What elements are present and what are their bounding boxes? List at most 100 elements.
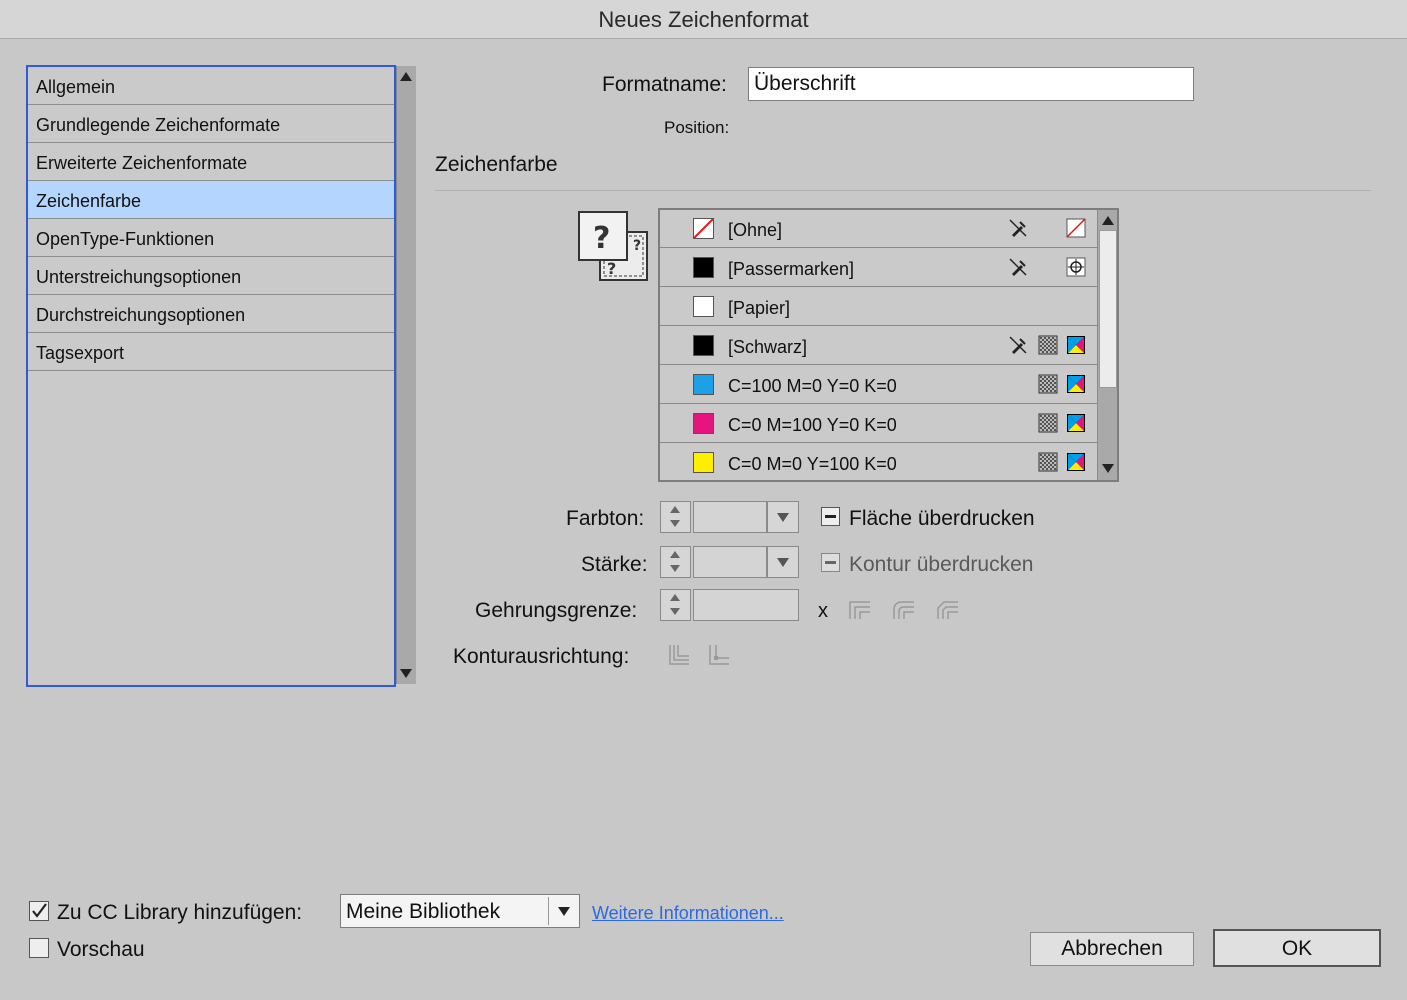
scroll-up-icon[interactable] [400, 72, 412, 81]
sidebar-item-allgemein[interactable]: Allgemein [28, 67, 394, 105]
konturausrichtung-label: Konturausrichtung: [453, 645, 630, 668]
sidebar-item-tagsexport[interactable]: Tagsexport [28, 333, 394, 371]
svg-text:?: ? [607, 259, 616, 278]
swatch-row-ohne[interactable]: [Ohne] [660, 210, 1097, 248]
staerke-label: Stärke: [581, 553, 648, 576]
swatch-name: C=100 M=0 Y=0 K=0 [728, 376, 897, 396]
none-swatch [693, 218, 714, 239]
preview-checkbox[interactable] [29, 938, 49, 958]
swatch-row-passermarken[interactable]: [Passermarken] [660, 249, 1097, 287]
section-title: Zeichenfarbe [435, 153, 558, 176]
swatch-row-schwarz[interactable]: [Schwarz] [660, 327, 1097, 365]
swatch-name: [Ohne] [728, 220, 783, 240]
swatch-scroll-thumb[interactable] [1099, 230, 1117, 388]
library-select-value: Meine Bibliothek [346, 900, 501, 923]
swatch-name: [Passermarken] [728, 259, 855, 279]
scroll-down-icon[interactable] [1102, 464, 1114, 473]
chevron-down-icon [777, 558, 789, 567]
flaeche-ueberdrucken-checkbox[interactable] [821, 507, 840, 526]
step-up-icon[interactable] [670, 551, 680, 558]
staerke-dropdown[interactable] [767, 546, 799, 578]
step-up-icon[interactable] [670, 594, 680, 601]
mixed-state-icon [825, 561, 836, 564]
formatname-input[interactable]: Überschrift [748, 67, 1194, 101]
staerke-input[interactable] [693, 546, 767, 578]
staerke-stepper[interactable] [660, 546, 691, 578]
sidebar-item-durchstreichung[interactable]: Durchstreichungsoptionen [28, 295, 394, 333]
registration-icon [1066, 257, 1086, 277]
gehrungsgrenze-input[interactable] [693, 589, 799, 621]
farbton-dropdown[interactable] [767, 501, 799, 533]
chevron-down-icon [777, 513, 789, 522]
swatch-row-magenta[interactable]: C=0 M=100 Y=0 K=0 [660, 405, 1097, 443]
farbton-label: Farbton: [566, 507, 645, 530]
cmyk-icon [1067, 453, 1085, 471]
magenta-swatch [693, 413, 714, 434]
select-divider [548, 897, 549, 925]
ok-button[interactable]: OK [1213, 929, 1381, 967]
svg-text:?: ? [633, 238, 641, 254]
kontur-ueberdrucken-checkbox[interactable] [821, 553, 840, 572]
position-label: Position: [664, 118, 730, 137]
swatch-scrollbar[interactable] [1097, 210, 1117, 480]
bevel-join-icon[interactable] [936, 598, 960, 620]
fill-stroke-unknown-icon[interactable]: ? ? ? [577, 210, 651, 284]
cmyk-icon [1067, 336, 1085, 354]
black-swatch [693, 257, 714, 278]
window-title: Neues Zeichenformat [0, 0, 1407, 39]
checkmark-icon [32, 903, 47, 918]
formatname-label: Formatname: [602, 73, 727, 96]
align-stroke-inside-icon[interactable] [707, 643, 731, 667]
scroll-down-icon[interactable] [400, 669, 412, 678]
black-swatch [693, 335, 714, 356]
mixed-state-icon [825, 515, 836, 518]
swatch-row-cyan[interactable]: C=100 M=0 Y=0 K=0 [660, 366, 1097, 404]
pen-slash-icon [1009, 258, 1027, 276]
gehrungsgrenze-unit: x [818, 600, 828, 622]
scroll-up-icon[interactable] [1102, 216, 1114, 225]
process-color-icon [1038, 335, 1058, 355]
svg-text:?: ? [593, 221, 610, 256]
gehrungsgrenze-label: Gehrungsgrenze: [475, 599, 638, 622]
sidebar-item-grundlegende[interactable]: Grundlegende Zeichenformate [28, 105, 394, 143]
white-swatch [693, 296, 714, 317]
category-list[interactable]: Allgemein Grundlegende Zeichenformate Er… [26, 65, 396, 687]
process-color-icon [1038, 413, 1058, 433]
preview-label: Vorschau [57, 938, 145, 961]
process-color-icon [1038, 374, 1058, 394]
step-down-icon[interactable] [670, 565, 680, 572]
sidebar-scrollbar[interactable] [396, 66, 416, 684]
sidebar-item-erweiterte[interactable]: Erweiterte Zeichenformate [28, 143, 394, 181]
gehrungsgrenze-stepper[interactable] [660, 589, 691, 621]
swatch-list[interactable]: [Ohne] [Passermarken] [Papier] [Schwarz]… [658, 208, 1119, 482]
yellow-swatch [693, 452, 714, 473]
cmyk-icon [1067, 414, 1085, 432]
step-up-icon[interactable] [670, 506, 680, 513]
cyan-swatch [693, 374, 714, 395]
sidebar-item-zeichenfarbe[interactable]: Zeichenfarbe [28, 181, 394, 219]
more-info-link[interactable]: Weitere Informationen... [592, 903, 784, 924]
cc-library-checkbox[interactable] [29, 901, 49, 921]
swatch-name: [Schwarz] [728, 337, 808, 357]
swatch-row-yellow[interactable]: C=0 M=0 Y=100 K=0 [660, 444, 1097, 480]
farbton-stepper[interactable] [660, 501, 691, 533]
align-stroke-center-icon[interactable] [667, 643, 691, 667]
process-color-icon [1038, 452, 1058, 472]
flaeche-ueberdrucken-label: Fläche überdrucken [849, 507, 1035, 530]
pen-slash-icon [1009, 219, 1027, 237]
round-join-icon[interactable] [892, 598, 916, 620]
swatch-row-papier[interactable]: [Papier] [660, 288, 1097, 326]
kontur-ueberdrucken-label: Kontur überdrucken [849, 553, 1034, 576]
sidebar-item-unterstreichung[interactable]: Unterstreichungsoptionen [28, 257, 394, 295]
swatch-name: [Papier] [728, 298, 791, 318]
farbton-input[interactable] [693, 501, 767, 533]
cancel-button[interactable]: Abbrechen [1030, 932, 1194, 966]
library-select[interactable]: Meine Bibliothek [340, 894, 580, 928]
step-down-icon[interactable] [670, 608, 680, 615]
sidebar-item-opentype[interactable]: OpenType-Funktionen [28, 219, 394, 257]
none-swatch-icon [1066, 218, 1086, 238]
cc-library-label: Zu CC Library hinzufügen: [57, 901, 303, 924]
miter-join-icon[interactable] [848, 598, 872, 620]
pen-slash-icon [1009, 336, 1027, 354]
step-down-icon[interactable] [670, 520, 680, 527]
